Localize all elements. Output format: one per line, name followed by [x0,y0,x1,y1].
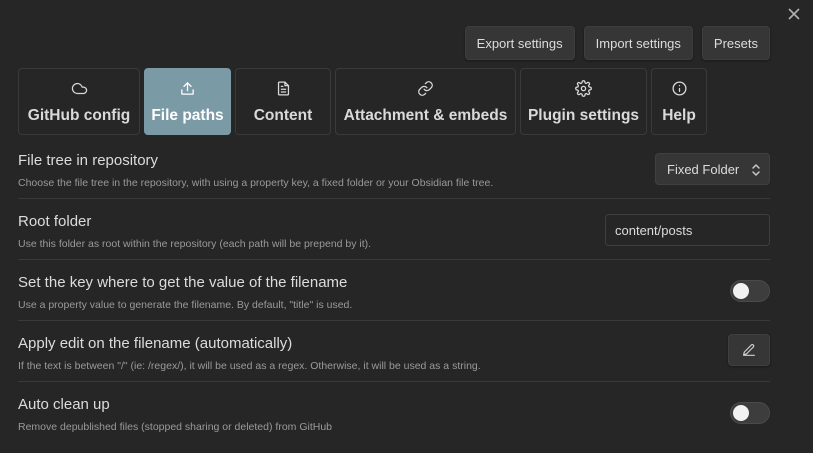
auto-clean-toggle[interactable] [730,402,770,424]
setting-name: Auto clean up [18,396,110,413]
tab-github-config[interactable]: GitHub config [18,68,140,135]
file-text-icon [277,81,289,96]
export-settings-button[interactable]: Export settings [464,26,575,60]
file-tree-dropdown[interactable]: Fixed Folder [655,153,770,185]
upload-icon [181,82,194,95]
tab-label: File paths [151,107,224,124]
setting-auto-clean: Auto clean up Remove depublished files (… [18,382,770,443]
setting-filename-key: Set the key where to get the value of th… [18,260,770,321]
tab-label: Plugin settings [527,107,640,124]
tab-label: GitHub config [27,107,131,124]
chevron-up-down-icon [752,164,760,176]
tab-label: Help [662,107,696,124]
setting-description: Use this folder as root within the repos… [18,238,372,250]
settings-list: File tree in repository Choose the file … [18,138,770,443]
tab-help[interactable]: Help [651,68,707,135]
pencil-icon [743,344,755,356]
toggle-knob [733,405,749,421]
tab-label: Attachment & embeds [343,107,508,124]
setting-name: Apply edit on the filename (automaticall… [18,335,293,352]
link-icon [418,81,433,96]
setting-root-folder: Root folder Use this folder as root with… [18,199,770,260]
import-settings-button[interactable]: Import settings [583,26,693,60]
setting-name: Set the key where to get the value of th… [18,274,348,291]
tab-content[interactable]: Content [235,68,331,135]
tab-file-paths[interactable]: File paths [144,68,231,135]
edit-filename-button[interactable] [728,334,770,366]
setting-file-tree: File tree in repository Choose the file … [18,138,770,199]
toolbar: Export settings Import settings Presets [464,26,770,60]
dropdown-value: Fixed Folder [667,161,740,177]
info-icon [671,81,687,96]
tab-plugin-settings[interactable]: Plugin settings [520,68,647,135]
setting-name: Root folder [18,213,92,230]
setting-description: Remove depublished files (stopped sharin… [18,421,333,433]
presets-button[interactable]: Presets [701,26,770,60]
tab-attachment-embeds[interactable]: Attachment & embeds [335,68,516,135]
toggle-knob [733,283,749,299]
root-folder-input[interactable] [605,214,770,246]
filename-key-toggle[interactable] [730,280,770,302]
tab-label: Content [253,107,313,124]
cloud-icon [71,82,87,95]
setting-description: Choose the file tree in the repository, … [18,177,494,189]
setting-filename-edit: Apply edit on the filename (automaticall… [18,321,770,382]
setting-description: If the text is between "/" (ie: /regex/)… [18,360,481,372]
setting-name: File tree in repository [18,152,159,169]
close-icon[interactable] [786,6,802,22]
tab-bar: GitHub config File paths Content Attachm… [18,68,707,135]
setting-description: Use a property value to generate the fil… [18,299,353,311]
gear-icon [575,80,592,97]
